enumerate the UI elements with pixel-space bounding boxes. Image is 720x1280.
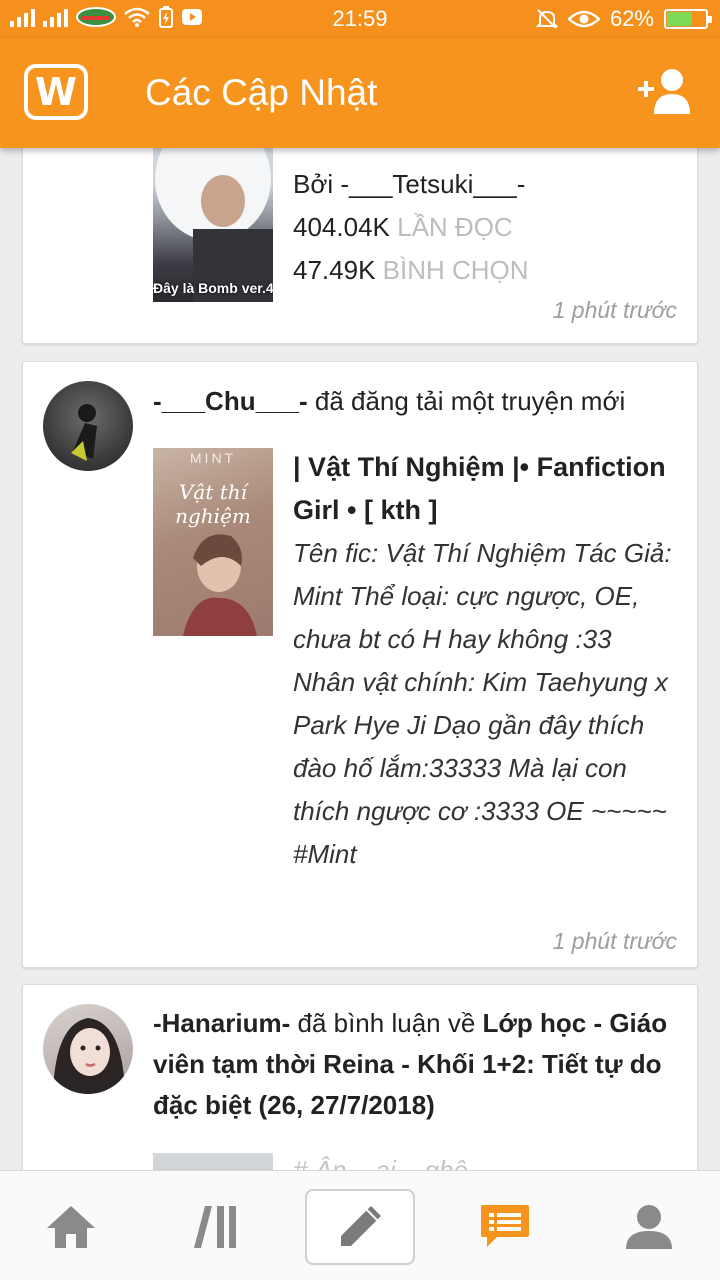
app-bar: W Các Cập Nhật: [0, 38, 720, 148]
story-meta: | Vật Thí Nghiệm |• Fanfiction Girl • [ …: [293, 446, 679, 876]
timestamp: 1 phút trước: [552, 297, 677, 323]
eye-icon: [567, 10, 600, 28]
feed-card[interactable]: Đây là Bomb ver.4 Bởi -___Tetsuki___- 40…: [22, 148, 698, 344]
story-author[interactable]: Bởi -___Tetsuki___-: [293, 163, 679, 206]
battery-icon: [664, 9, 712, 29]
votes-count: 47.49K BÌNH CHỌN: [293, 255, 529, 285]
activity-headline: -Hanarium- đã bình luận về Lớp học - Giá…: [153, 1008, 668, 1120]
cover-art: [155, 148, 273, 302]
avatar[interactable]: [43, 1004, 133, 1094]
feed-card[interactable]: -Hanarium- đã bình luận về Lớp học - Giá…: [22, 984, 698, 1170]
story-description: Tên fic: Vật Thí Nghiệm Tác Giả: Mint Th…: [293, 538, 672, 869]
story-cover[interactable]: Đây là Bomb ver.4: [153, 148, 273, 302]
cover-caption: Đây là Bomb ver.4: [153, 280, 273, 296]
username-link[interactable]: -Hanarium-: [153, 1008, 290, 1038]
timestamp: 1 phút trước: [552, 928, 677, 954]
status-bar: 21:59 62%: [0, 0, 720, 38]
add-friend-icon[interactable]: [638, 68, 694, 116]
avatar-image: [71, 404, 97, 461]
profile-icon: [626, 1205, 672, 1249]
story-title[interactable]: | Vật Thí Nghiệm |• Fanfiction Girl • [ …: [293, 446, 679, 532]
updates-feed[interactable]: Đây là Bomb ver.4 Bởi -___Tetsuki___- 40…: [0, 148, 720, 1170]
mute-bell-icon: [535, 9, 558, 29]
story-meta: Bởi -___Tetsuki___- 404.04K LẦN ĐỌC 47.4…: [293, 163, 679, 292]
write-icon: [341, 1206, 381, 1246]
story-cover[interactable]: [153, 1153, 273, 1170]
reads-count: 404.04K LẦN ĐỌC: [293, 212, 513, 242]
nav-profile[interactable]: [594, 1189, 704, 1265]
avatar[interactable]: [43, 381, 133, 471]
messages-icon: [481, 1205, 529, 1247]
activity-headline: -___Chu___- đã đăng tải một truyện mới: [153, 386, 626, 416]
library-icon: [194, 1206, 236, 1248]
feed-card[interactable]: -___Chu___- đã đăng tải một truyện mới M…: [22, 361, 698, 968]
wattpad-logo-icon[interactable]: W: [24, 64, 88, 120]
bottom-navigation: [0, 1170, 720, 1280]
nav-messages[interactable]: [450, 1189, 560, 1265]
username-link[interactable]: -___Chu___-: [153, 386, 308, 416]
battery-percent: 62%: [609, 6, 654, 31]
nav-library[interactable]: [160, 1189, 270, 1265]
nav-home[interactable]: [16, 1189, 126, 1265]
page-title: Các Cập Nhật: [145, 72, 378, 113]
story-cover[interactable]: MINT Vật thí nghiệm: [153, 448, 273, 636]
home-icon: [47, 1206, 95, 1248]
story-snippet: # Ân ...ai ...ghệ ...: [293, 1155, 497, 1170]
cover-art: [183, 534, 257, 636]
nav-write[interactable]: [305, 1189, 415, 1265]
avatar-image: [53, 1018, 125, 1094]
